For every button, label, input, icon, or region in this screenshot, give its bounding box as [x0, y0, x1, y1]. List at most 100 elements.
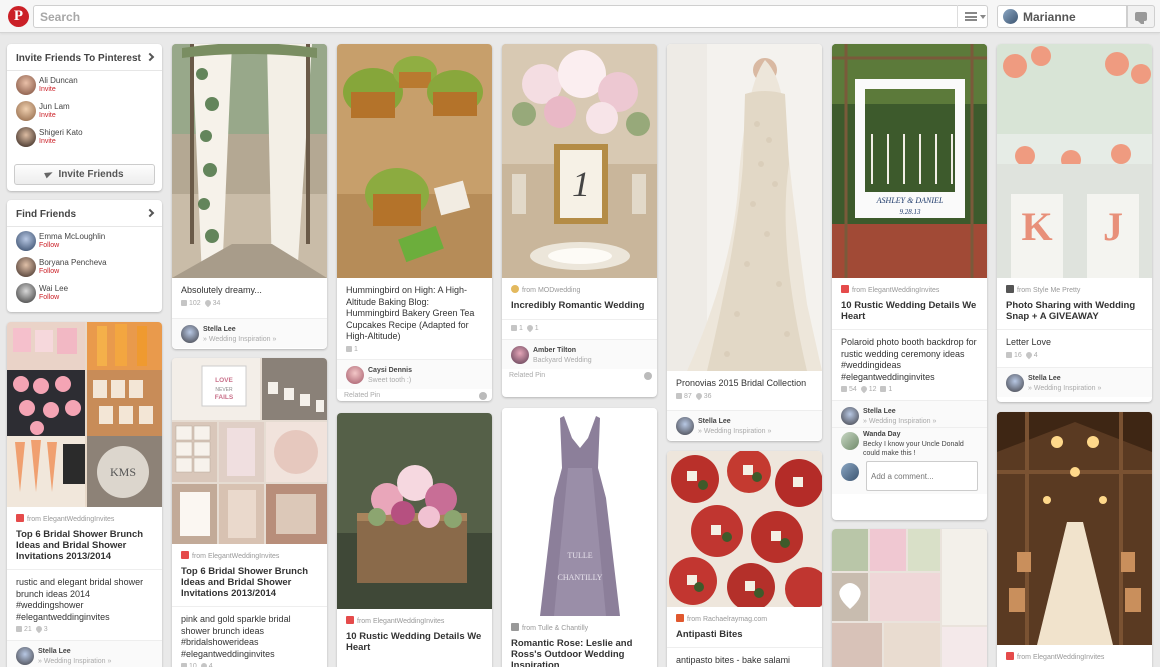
pinner-info[interactable]: Stella Lee » Wedding Inspiration » — [997, 366, 1152, 397]
search-input[interactable] — [34, 6, 987, 27]
like-count: 12 — [868, 386, 877, 393]
notifications-button[interactable] — [1127, 5, 1155, 28]
invite-link[interactable]: Invite — [39, 112, 56, 119]
friend-name: Boryana Pencheva — [39, 258, 107, 267]
pin-card[interactable]: TULLE CHANTILLY from Tulle & Chantilly R… — [502, 408, 657, 667]
source-text: from Style Me Pretty — [1017, 287, 1081, 294]
pin-image[interactable] — [337, 44, 492, 278]
pin-title[interactable]: Photo Sharing with Wedding Snap + A GIVE… — [997, 297, 1152, 322]
pinner-info[interactable]: Stella Lee » Wedding Inspiration » — [667, 409, 822, 440]
pin-title[interactable]: 10 Rustic Wedding Details We Heart — [337, 628, 492, 653]
pin-image[interactable]: TULLE CHANTILLY — [502, 408, 657, 616]
chevron-right-icon[interactable] — [145, 208, 155, 218]
invite-friends-button[interactable]: Invite Friends — [14, 164, 155, 185]
svg-text:LOVE: LOVE — [215, 377, 233, 384]
pin-source[interactable]: from Rachaelraymag.com — [667, 607, 822, 626]
related-pin[interactable]: Related Pin — [337, 389, 492, 402]
chevron-right-icon[interactable] — [145, 52, 155, 62]
pin-source[interactable]: from ElegantWeddingInvites — [832, 278, 987, 297]
pin-card[interactable]: Pronovias 2015 Bridal Collection 87 36 S… — [667, 44, 822, 441]
pin-title[interactable]: Incredibly Romantic Wedding — [502, 297, 657, 311]
avatar — [346, 365, 364, 384]
pin-source[interactable]: from Tulle & Chantilly — [502, 616, 657, 635]
pinner-name: Amber Tilton — [533, 347, 577, 354]
follow-link[interactable]: Follow — [39, 268, 59, 275]
heart-icon — [859, 384, 868, 394]
source-favicon-icon — [16, 514, 24, 522]
pin-card[interactable]: Hummingbird on High: A High-Altitude Bak… — [337, 44, 492, 401]
pin-image[interactable] — [667, 451, 822, 607]
user-profile-button[interactable]: Marianne — [997, 5, 1127, 28]
invite-friends-header[interactable]: Invite Friends To Pinterest — [7, 44, 162, 71]
pinner-info[interactable]: Amber Tilton Backyard Wedding — [502, 339, 657, 369]
pin-source[interactable]: from ElegantWeddingInvites — [7, 507, 162, 526]
find-friends-header[interactable]: Find Friends — [7, 200, 162, 227]
pin-description: Letter Love — [1006, 337, 1052, 347]
pin-image[interactable] — [832, 529, 987, 667]
pin-image[interactable] — [172, 44, 327, 278]
comment-input[interactable] — [866, 461, 978, 491]
invite-link[interactable]: Invite — [39, 138, 56, 145]
pin-image[interactable]: LOVE NEVER FAILS — [172, 358, 327, 544]
pinner-info[interactable]: Stella Lee » Wedding Inspiration » — [172, 317, 327, 348]
info-icon[interactable] — [644, 372, 652, 380]
pin-image[interactable]: K J — [997, 44, 1152, 278]
pin-card[interactable]: from Rachaelraymag.com Antipasti Bites a… — [667, 451, 822, 667]
repin-icon — [1006, 351, 1012, 358]
pin-description: Hummingbird on High: A High-Altitude Bak… — [346, 285, 475, 341]
menu-button[interactable] — [957, 5, 989, 28]
pin-source[interactable]: from ElegantWeddingInvites — [172, 544, 327, 563]
pin-body: from ElegantWeddingInvites 10 Rustic Wed… — [337, 609, 492, 653]
pin-card[interactable]: K J from Style Me Pretty Photo Sharing w… — [997, 44, 1152, 402]
pin-source[interactable]: from Style Me Pretty — [997, 278, 1152, 297]
pin-title[interactable]: Top 6 Bridal Shower Brunch Ideas and Bri… — [7, 526, 162, 562]
svg-text:NEVER: NEVER — [215, 387, 233, 393]
pin-source[interactable]: from MODwedding — [502, 278, 657, 297]
pin-title[interactable]: Top 6 Bridal Shower Brunch Ideas and Bri… — [172, 563, 327, 599]
pin-image[interactable] — [337, 413, 492, 609]
related-pin[interactable]: Related Pin — [502, 369, 657, 385]
pinner-info[interactable]: Caysi Dennis Sweet tooth :) — [337, 358, 492, 389]
pinterest-logo-icon[interactable]: P — [8, 6, 29, 27]
pin-title[interactable]: Romantic Rose: Leslie and Ross's Outdoor… — [502, 635, 657, 667]
pin-card[interactable]: 1 from MODwedding Incredibly Romantic We… — [502, 44, 657, 397]
search-box[interactable] — [33, 5, 988, 28]
pin-title[interactable]: Antipasti Bites — [667, 626, 822, 640]
pin-body: from ElegantWeddingInvites — [997, 645, 1152, 664]
repin-count: 54 — [849, 386, 857, 393]
follow-link[interactable]: Follow — [39, 242, 59, 249]
pin-stats: 1 — [337, 343, 492, 356]
follow-link[interactable]: Follow — [39, 294, 59, 301]
top-bar: P Marianne — [0, 0, 1160, 33]
chevron-down-icon — [980, 15, 986, 19]
pin-image[interactable]: KMS — [7, 322, 162, 507]
pin-image[interactable]: 1 — [502, 44, 657, 278]
pin-image[interactable] — [997, 412, 1152, 645]
pin-card[interactable]: Absolutely dreamy... 102 34 Stella Lee »… — [172, 44, 327, 349]
invite-link[interactable]: Invite — [39, 86, 56, 93]
friend-item: Shigeri Kato Invite — [7, 123, 162, 149]
pin-card[interactable]: KMS from ElegantWeddingInvites Top 6 Bri… — [7, 322, 162, 667]
repin-icon — [676, 392, 682, 399]
pin-card[interactable]: LOVE NEVER FAILS from ElegantWeddingInvi… — [172, 358, 327, 667]
pinner-info[interactable]: Stella Lee » Wedding Inspiration » — [832, 400, 987, 427]
pin-card[interactable]: from ElegantWeddingInvites 10 Rustic Wed… — [337, 413, 492, 667]
pin-image[interactable]: ASHLEY & DANIEL 9.28.13 — [832, 44, 987, 278]
info-icon[interactable] — [479, 391, 487, 400]
pin-body: Pronovias 2015 Bridal Collection 87 36 S… — [667, 371, 822, 440]
pin-image[interactable] — [667, 44, 822, 371]
pin-source[interactable]: from ElegantWeddingInvites — [997, 645, 1152, 664]
source-favicon-icon — [841, 285, 849, 293]
pin-card[interactable]: ASHLEY & DANIEL 9.28.13 from ElegantWedd… — [832, 44, 987, 520]
avatar — [16, 101, 36, 121]
commenter-name[interactable]: Wanda Day — [863, 431, 900, 438]
pin-description: Pronovias 2015 Bridal Collection — [676, 378, 807, 388]
names-text: ASHLEY & DANIEL — [876, 196, 944, 205]
heart-icon — [199, 661, 208, 667]
pin-title[interactable]: 10 Rustic Wedding Details We Heart — [832, 297, 987, 322]
pin-card[interactable] — [832, 529, 987, 667]
repin-icon — [841, 386, 847, 392]
pin-card[interactable]: from ElegantWeddingInvites — [997, 412, 1152, 667]
pin-source[interactable]: from ElegantWeddingInvites — [337, 609, 492, 628]
pinner-info[interactable]: Stella Lee » Wedding Inspiration » — [7, 640, 162, 667]
